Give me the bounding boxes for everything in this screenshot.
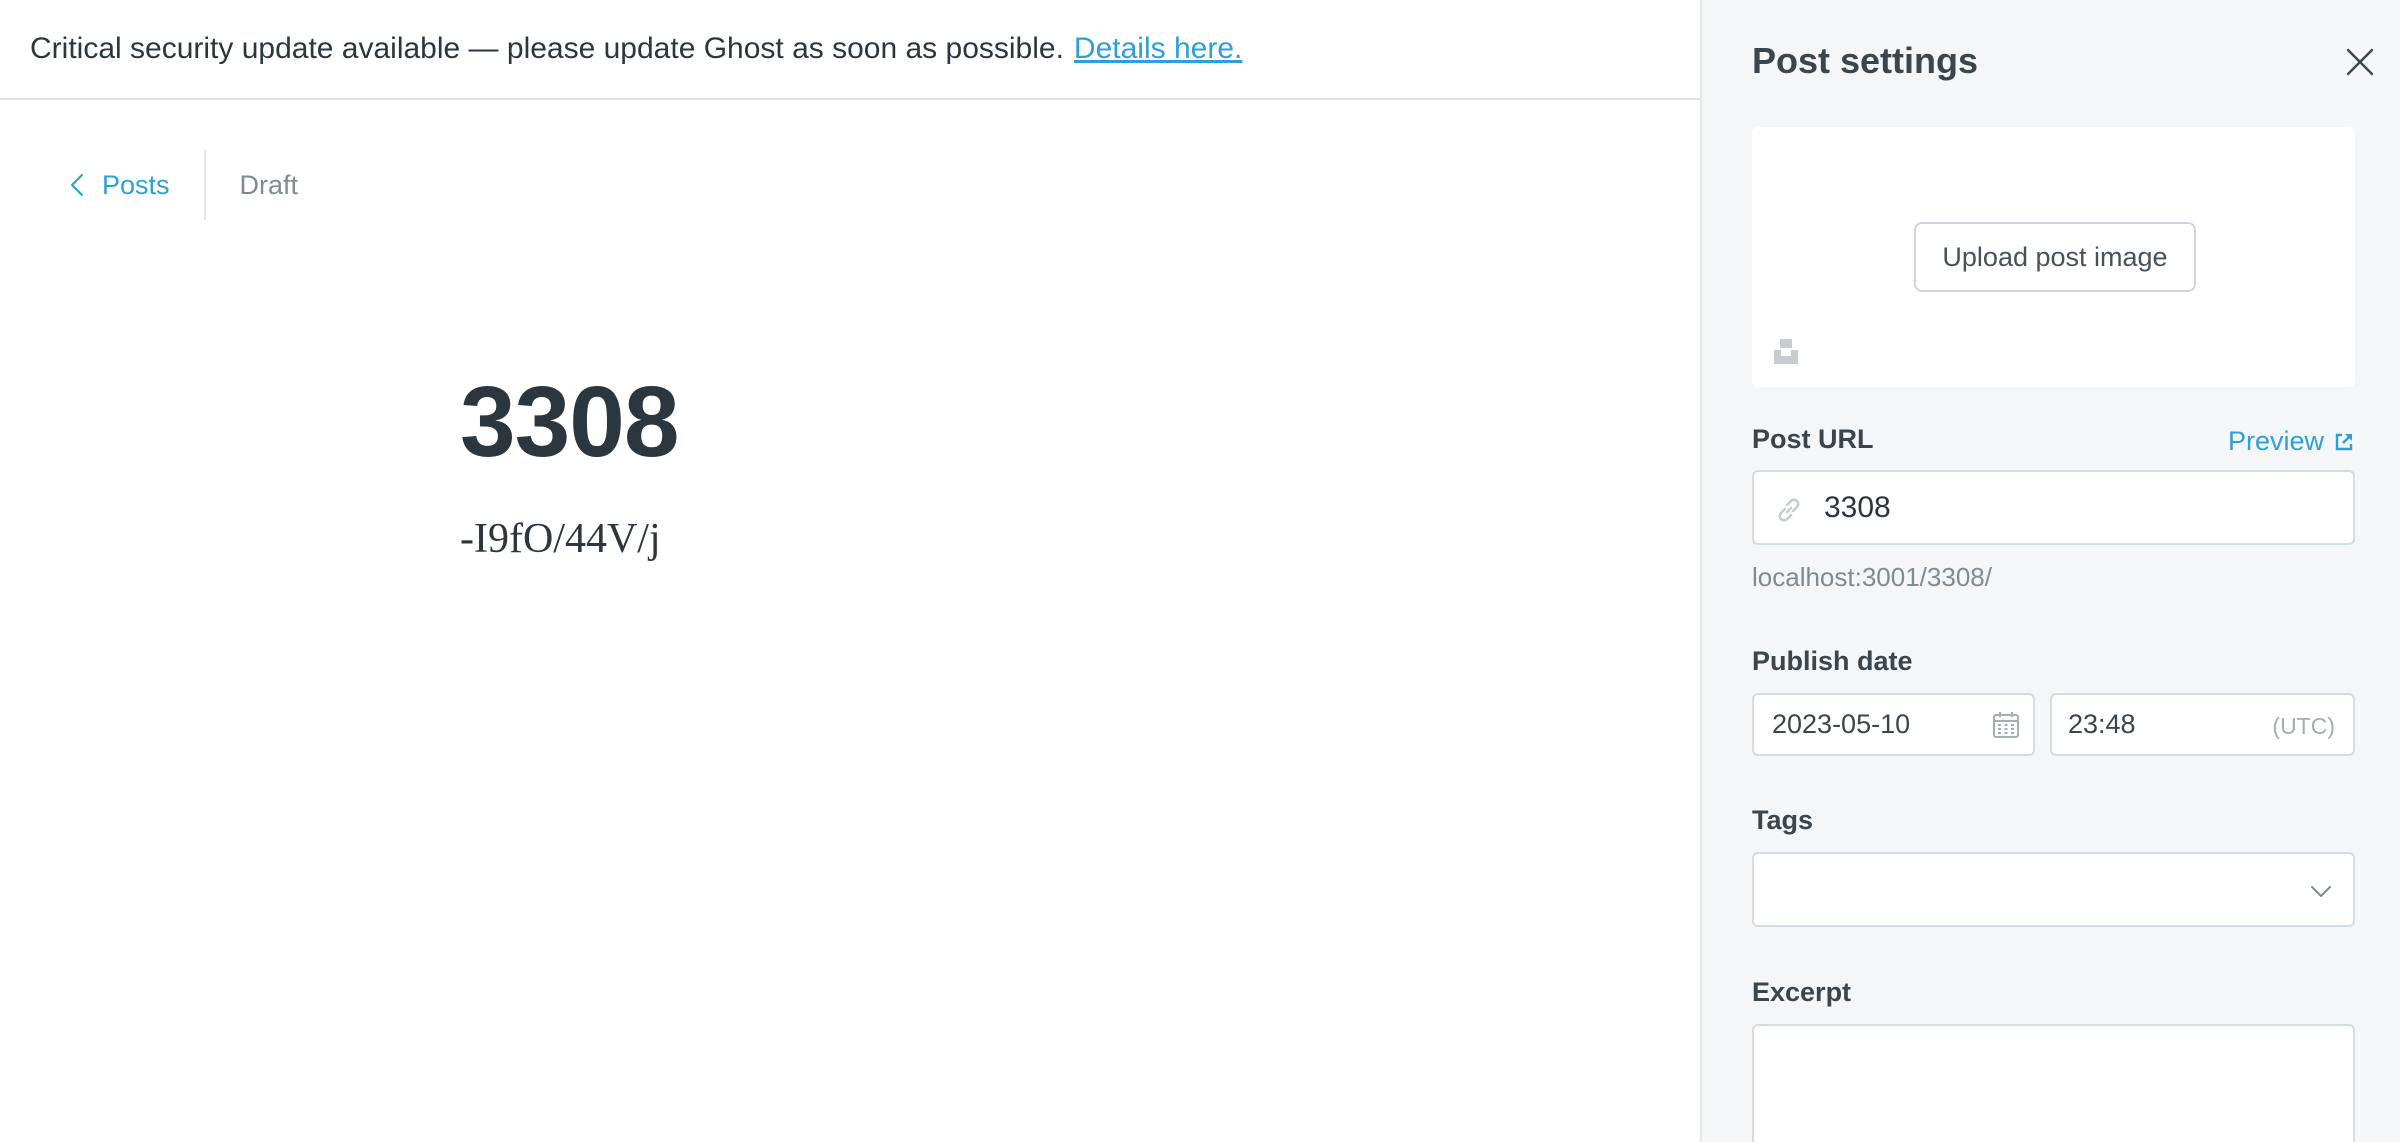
unsplash-icon[interactable] — [1772, 337, 1800, 365]
publish-date-field — [1752, 693, 2035, 756]
post-url-field — [1752, 470, 2355, 545]
post-url-label: Post URL — [1752, 424, 1874, 454]
tags-select[interactable] — [1752, 852, 2355, 927]
back-to-posts-link[interactable]: Posts — [0, 150, 206, 220]
excerpt-textarea[interactable] — [1752, 1024, 2355, 1142]
security-alert-banner: Critical security update available — ple… — [0, 0, 1700, 100]
post-body[interactable]: -I9fO/44V/j — [460, 515, 661, 563]
editor-pane: Critical security update available — ple… — [0, 0, 1700, 1142]
app-root: Critical security update available — ple… — [0, 0, 2400, 1142]
back-link-label: Posts — [102, 169, 170, 200]
post-url-input[interactable] — [1824, 472, 2344, 543]
publish-date-label: Publish date — [1752, 646, 1913, 676]
post-title[interactable]: 3308 — [460, 365, 679, 480]
alert-message: Critical security update available — ple… — [30, 32, 1064, 65]
publish-time-input[interactable] — [2068, 695, 2228, 754]
editor-header: Posts Draft — [0, 150, 700, 220]
preview-label: Preview — [2228, 426, 2325, 456]
timezone-label: (UTC) — [2272, 713, 2335, 739]
panel-title: Post settings — [1752, 40, 1979, 81]
feature-image-uploader: Upload post image — [1752, 127, 2355, 387]
post-url-hint: localhost:3001/3308/ — [1752, 562, 1992, 592]
chevron-left-icon — [70, 173, 84, 197]
upload-post-image-button[interactable]: Upload post image — [1914, 222, 2196, 292]
link-icon — [1778, 498, 1800, 522]
external-link-icon — [2335, 433, 2353, 450]
close-icon — [2346, 48, 2374, 76]
publish-date-input[interactable] — [1772, 695, 1972, 754]
chevron-down-icon — [2311, 886, 2331, 897]
post-status: Draft — [239, 169, 299, 200]
publish-time-field: (UTC) — [2050, 693, 2355, 756]
calendar-icon[interactable] — [1992, 711, 2020, 739]
tags-label: Tags — [1752, 805, 1814, 835]
post-settings-panel: Post settings Upload post image Post URL… — [1700, 0, 2400, 1142]
preview-link[interactable]: Preview — [2228, 426, 2354, 457]
excerpt-label: Excerpt — [1752, 977, 1852, 1007]
alert-details-link[interactable]: Details here. — [1074, 32, 1242, 66]
close-settings-button[interactable] — [2340, 42, 2380, 82]
